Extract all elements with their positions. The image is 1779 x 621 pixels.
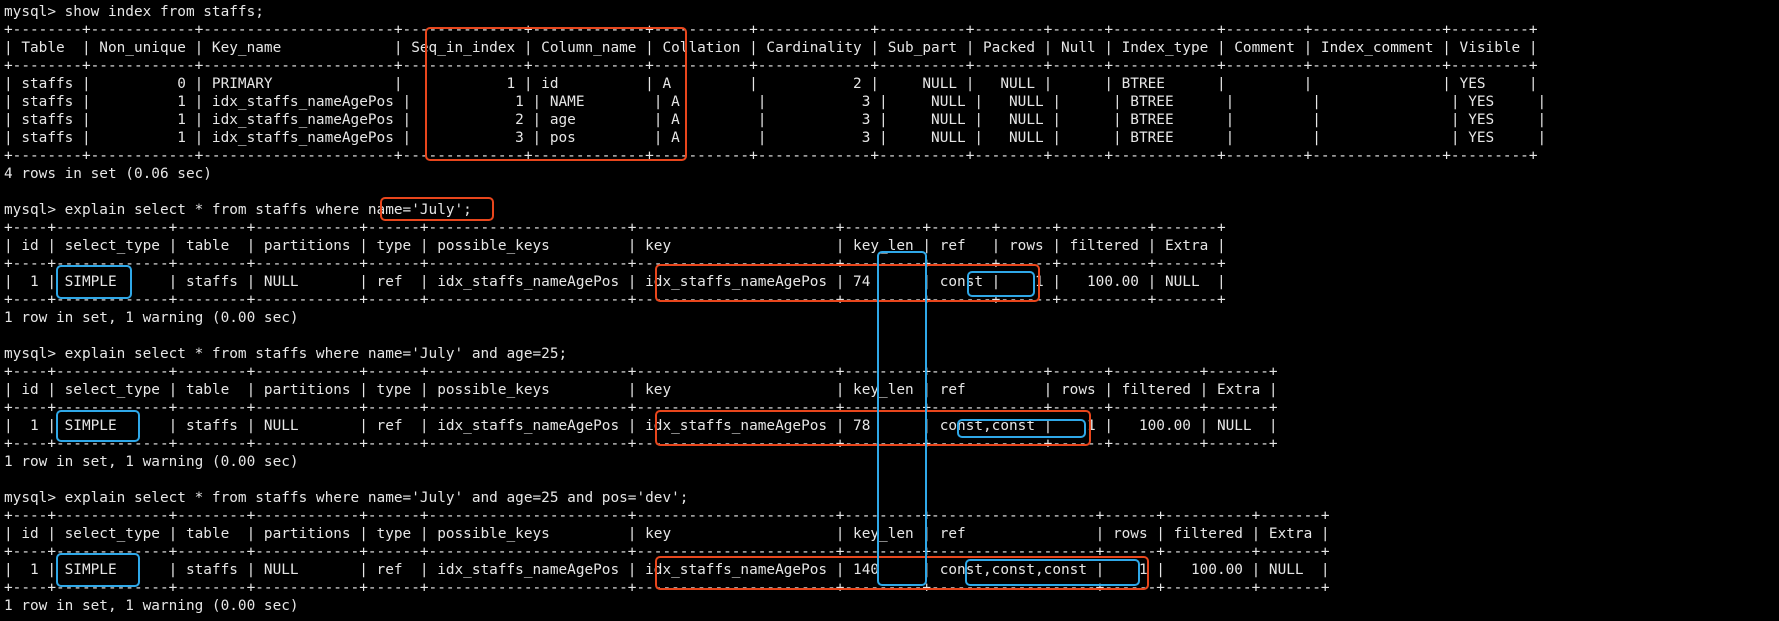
terminal-line: | Table | Non_unique | Key_name | Seq_in… [4,40,1538,56]
terminal-output: mysql> show index from staffs; +--------+… [4,3,1546,615]
terminal-line: mysql> explain select * from staffs wher… [4,202,472,218]
terminal-line: +----+-------------+--------+-----------… [4,544,1330,560]
terminal-line: | staffs | 1 | idx_staffs_nameAgePos | 3… [4,130,1547,146]
terminal-line: mysql> explain select * from staffs wher… [4,490,689,506]
terminal-line: | 1 | SIMPLE | staffs | NULL | ref | idx… [4,274,1226,290]
terminal-line: +----+-------------+--------+-----------… [4,436,1278,452]
terminal-line: mysql> show index from staffs; [4,4,264,20]
terminal-line: +----+-------------+--------+-----------… [4,580,1330,596]
terminal-line: +--------+------------+-----------------… [4,58,1538,74]
terminal-line: 4 rows in set (0.06 sec) [4,166,212,182]
terminal-line: +----+-------------+--------+-----------… [4,292,1226,308]
terminal-window[interactable]: mysql> show index from staffs; +--------+… [0,0,1779,621]
terminal-line: | staffs | 1 | idx_staffs_nameAgePos | 2… [4,112,1547,128]
terminal-line: +----+-------------+--------+-----------… [4,400,1278,416]
terminal-line: | staffs | 0 | PRIMARY | 1 | id | A | 2 … [4,76,1538,92]
terminal-line: 1 row in set, 1 warning (0.00 sec) [4,598,299,614]
terminal-line: +----+-------------+--------+-----------… [4,256,1226,272]
terminal-line: +----+-------------+--------+-----------… [4,508,1330,524]
terminal-line: 1 row in set, 1 warning (0.00 sec) [4,310,299,326]
terminal-line: 1 row in set, 1 warning (0.00 sec) [4,454,299,470]
terminal-line: | id | select_type | table | partitions … [4,526,1330,542]
terminal-line: +----+-------------+--------+-----------… [4,220,1226,236]
terminal-line: mysql> explain select * from staffs wher… [4,346,568,362]
terminal-line: +--------+------------+-----------------… [4,22,1538,38]
terminal-line: | 1 | SIMPLE | staffs | NULL | ref | idx… [4,562,1330,578]
terminal-line: | id | select_type | table | partitions … [4,238,1226,254]
terminal-line: +----+-------------+--------+-----------… [4,364,1278,380]
terminal-line: | staffs | 1 | idx_staffs_nameAgePos | 1… [4,94,1547,110]
terminal-line: | 1 | SIMPLE | staffs | NULL | ref | idx… [4,418,1278,434]
terminal-line: +--------+------------+-----------------… [4,148,1538,164]
terminal-line: | id | select_type | table | partitions … [4,382,1278,398]
